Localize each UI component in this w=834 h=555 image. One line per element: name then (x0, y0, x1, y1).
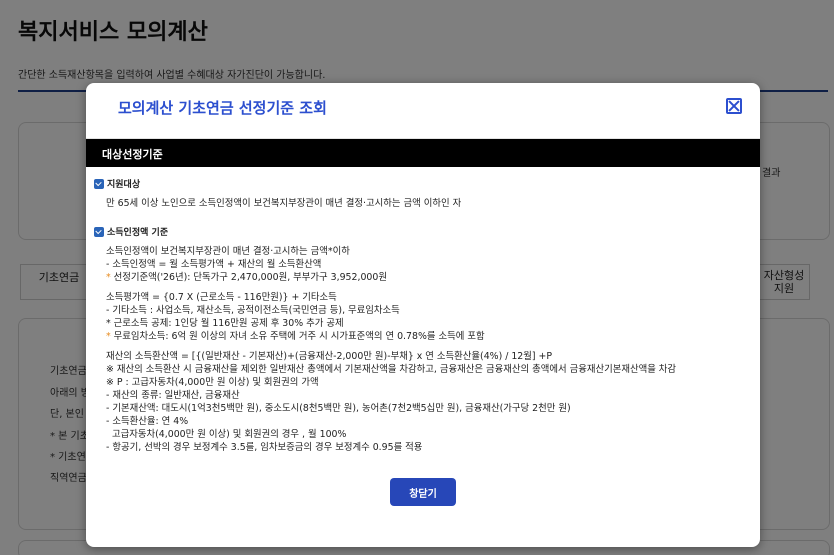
income-line: - 재산의 종류: 일반재산, 금융재산 (106, 390, 240, 401)
income-line: * 무료임차소득: 6억 원 이상의 자녀 소유 주택에 거주 시 시가표준액의… (106, 331, 485, 342)
income-line: ※ P : 고급자동차(4,000만 원 이상) 및 회원권의 가액 (106, 377, 319, 388)
support-target-heading: 지원대상 (94, 177, 140, 190)
income-line: * 선정기준액('26년): 단독가구 2,470,000원, 부부가구 3,9… (106, 272, 387, 283)
income-line: - 소득인정액 = 월 소득평가액 + 재산의 월 소득환산액 (106, 259, 322, 270)
star-marker: * (106, 272, 111, 283)
income-line: - 기본재산액: 대도시(1억3천5백만 원), 중소도시(8천5백만 원), … (106, 403, 571, 414)
modal-title: 모의계산 기초연금 선정기준 조회 (118, 99, 327, 117)
income-line: * 근로소득 공제: 1인당 월 116만원 공제 후 30% 추가 공제 (106, 318, 344, 329)
close-icon[interactable] (726, 98, 742, 114)
income-standard-heading-label: 소득인정액 기준 (107, 228, 169, 238)
criteria-modal: 모의계산 기초연금 선정기준 조회 대상선정기준 지원대상 만 65세 이상 노… (86, 83, 760, 547)
income-line: - 기타소득 : 사업소득, 재산소득, 공적이전소득(국민연금 등), 무료임… (106, 305, 400, 316)
section-title: 대상선정기준 (86, 139, 760, 167)
income-line-text: 선정기준액('26년): 단독가구 2,470,000원, 부부가구 3,952… (113, 272, 387, 283)
income-line: - 소득환산율: 연 4% (106, 416, 189, 427)
support-target-text: 만 65세 이상 노인으로 소득인정액이 보건복지부장관이 매년 결정·고시하는… (106, 198, 462, 209)
income-line: 고급자동차(4,000만 원 이상) 및 회원권의 경우 , 월 100% (112, 429, 347, 440)
income-line: - 항공기, 선박의 경우 보정계수 3.5를, 임차보증금의 경우 보정계수 … (106, 442, 423, 453)
modal-header: 모의계산 기초연금 선정기준 조회 (86, 83, 760, 139)
support-target-heading-label: 지원대상 (107, 180, 141, 190)
income-line-text: 무료임차소득: 6억 원 이상의 자녀 소유 주택에 거주 시 시가표준액의 연… (113, 331, 485, 342)
income-line: 소득인정액이 보건복지부장관이 매년 결정·고시하는 금액*이하 (106, 246, 350, 257)
income-line: 소득평가액 = {0.7 X (근로소득 - 116만원)} + 기타소득 (106, 292, 337, 303)
star-marker: * (106, 331, 111, 342)
income-line: ※ 재산의 소득환산 시 금융재산을 제외한 일반재산 총액에서 기본재산액을 … (106, 364, 677, 375)
section-bullet-icon (94, 226, 104, 237)
income-line: 재산의 소득환산액 = [{(일반재산 - 기본재산)+(금융재산-2,000만… (106, 351, 553, 362)
section-bullet-icon (94, 178, 104, 189)
income-standard-heading: 소득인정액 기준 (94, 225, 168, 238)
close-window-button[interactable]: 창닫기 (390, 478, 456, 506)
